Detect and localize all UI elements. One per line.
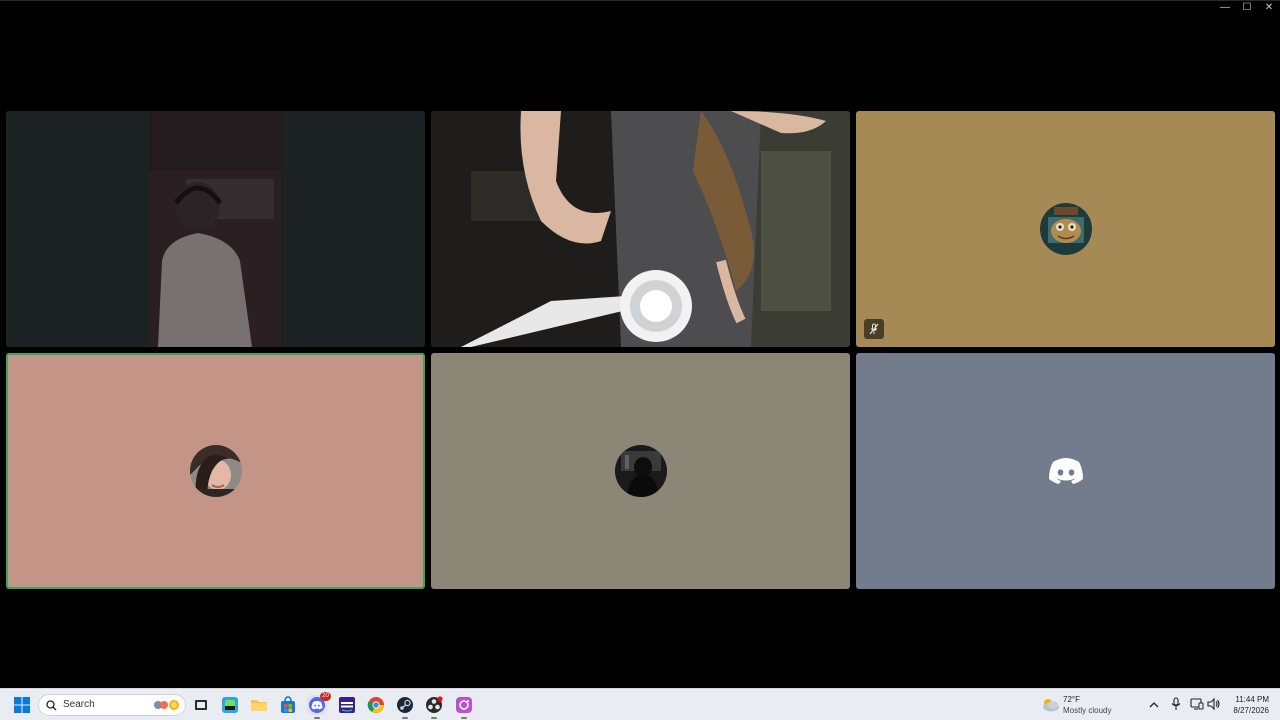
- start-button[interactable]: [12, 695, 32, 715]
- task-view-button[interactable]: [191, 695, 211, 715]
- taskbar-search-box[interactable]: Search: [38, 694, 186, 716]
- purple-app-icon: [456, 697, 472, 713]
- amazon-music-icon: [339, 697, 355, 713]
- taskbar-app-store[interactable]: [278, 695, 298, 715]
- participant-avatar-6: [1040, 445, 1092, 497]
- network-tray-button[interactable]: [1190, 697, 1204, 716]
- close-button[interactable]: ✕: [1258, 0, 1280, 16]
- obs-icon: [426, 696, 443, 713]
- active-app-indicator: [402, 717, 408, 719]
- taskbar-app-steam[interactable]: [395, 695, 415, 715]
- notification-badge: 20: [320, 692, 331, 701]
- active-app-indicator: [314, 717, 320, 719]
- cloudy-weather-icon: [1043, 699, 1059, 712]
- mic-off-icon: [869, 323, 879, 335]
- weather-condition: Mostly cloudy: [1063, 706, 1112, 715]
- video-feed-1: [6, 111, 425, 347]
- participant-tile-3[interactable]: [856, 111, 1275, 347]
- widgets-app-icon: [222, 697, 238, 713]
- windows-logo-icon: [14, 697, 30, 713]
- participant-tile-6[interactable]: [856, 353, 1275, 589]
- window-top-border: [0, 0, 1280, 1]
- search-placeholder: Search: [63, 699, 95, 710]
- participant-tile-video-2[interactable]: [431, 111, 850, 347]
- store-bag-icon: [281, 696, 295, 713]
- selfie-avatar-image: [189, 445, 242, 497]
- taskbar-app-chrome[interactable]: [366, 695, 386, 715]
- participant-tile-video-1[interactable]: [6, 111, 425, 347]
- active-app-indicator: [461, 717, 467, 719]
- call-window: — ☐ ✕: [0, 0, 1280, 688]
- maximize-button[interactable]: ☐: [1236, 0, 1258, 16]
- microphone-tray-button[interactable]: [1170, 697, 1182, 716]
- task-view-icon: [195, 700, 207, 710]
- show-hidden-icons-button[interactable]: [1148, 698, 1160, 716]
- weather-temperature: 72°F: [1063, 695, 1080, 704]
- dark-photo-avatar-image: [614, 445, 667, 497]
- folder-icon: [251, 700, 267, 711]
- clock-time: 11:44 PM: [1235, 695, 1269, 704]
- search-icon: [46, 700, 57, 711]
- taskbar: Search 20 72°F Mostly cloudy 11:44 PM 8/…: [0, 688, 1280, 720]
- speaker-icon: [1207, 697, 1220, 711]
- participant-avatar-5: [614, 445, 667, 497]
- frog-avatar-image: [1039, 203, 1092, 255]
- chevron-up-icon: [1149, 702, 1159, 708]
- minimize-button[interactable]: —: [1214, 0, 1236, 16]
- active-app-indicator: [431, 717, 437, 719]
- participant-tile-4-speaking[interactable]: [6, 353, 425, 589]
- search-highlight-icon: [154, 700, 179, 710]
- taskbar-app-file-explorer[interactable]: [249, 695, 269, 715]
- steam-icon: [397, 697, 413, 713]
- participant-avatar-3: [1039, 203, 1092, 255]
- discord-logo-icon: [1048, 458, 1083, 484]
- window-controls: — ☐ ✕: [1214, 0, 1280, 18]
- clock[interactable]: 11:44 PM 8/27/2026: [1226, 693, 1272, 717]
- taskbar-app-obs[interactable]: [424, 695, 444, 715]
- video-feed-2: [431, 111, 850, 347]
- taskbar-app-amazon-music[interactable]: [337, 695, 357, 715]
- weather-widget[interactable]: 72°F Mostly cloudy: [1040, 693, 1120, 717]
- microphone-icon: [1171, 697, 1181, 710]
- participant-avatar-4: [189, 445, 242, 497]
- clock-date: 8/27/2026: [1233, 706, 1269, 715]
- participant-tile-5[interactable]: [431, 353, 850, 589]
- muted-icon: [864, 319, 884, 339]
- title-bar: — ☐ ✕: [0, 0, 1280, 18]
- participant-grid: [6, 111, 1275, 589]
- volume-tray-button[interactable]: [1207, 697, 1221, 716]
- taskbar-app-discord[interactable]: 20: [307, 692, 331, 715]
- taskbar-app-media[interactable]: [454, 695, 474, 715]
- taskbar-app-widgets[interactable]: [220, 695, 240, 715]
- chrome-icon: [367, 697, 384, 713]
- network-icon: [1190, 698, 1204, 710]
